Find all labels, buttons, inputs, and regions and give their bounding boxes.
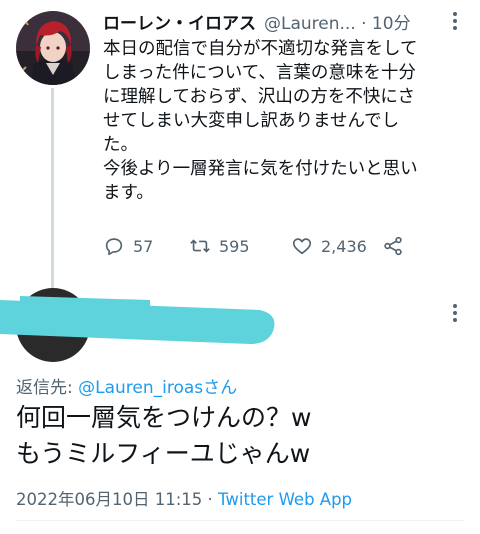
tweet-text-line: 本日の配信で自分が不適切な発言をして xyxy=(103,39,418,59)
share-button[interactable] xyxy=(382,234,404,258)
tweet-text-line: しまった件について、言葉の意味を十分 xyxy=(103,63,416,83)
tweet-source-link[interactable]: Twitter Web App xyxy=(218,490,352,509)
reply-icon xyxy=(105,238,123,256)
reply-button[interactable]: 57 xyxy=(103,234,153,258)
like-button[interactable]: 2,436 xyxy=(291,234,367,258)
author-handle-time[interactable]: @Lauren... · 10分 xyxy=(264,9,411,34)
thread-connector-line xyxy=(51,88,54,288)
author-avatar[interactable] xyxy=(16,11,90,85)
reply-to-suffix[interactable]: さん xyxy=(203,378,237,398)
retweet-button[interactable]: 595 xyxy=(189,234,250,258)
tweet-text-line: た。 xyxy=(103,135,138,155)
retweet-icon xyxy=(190,239,210,253)
tweet-timestamp[interactable]: 2022年06月10日 11:15 xyxy=(16,490,202,509)
reply-to-line: 返信先: @Lauren_iroasさん xyxy=(16,373,237,398)
reply-tweet-text: 何回一層気をつけんの？w もうミルフィーユじゃんw xyxy=(16,400,466,472)
tweet-thread: ローレン・イロアス @Lauren... · 10分 本日の配信で自分が不適切な… xyxy=(0,0,480,534)
tweet-text-line: ます。 xyxy=(103,183,154,203)
reply-to-label: 返信先: xyxy=(16,378,79,398)
heart-icon xyxy=(292,238,312,255)
tweet-text-line: 今後より一層発言に気を付けたいと思い xyxy=(103,159,418,179)
tweet-text-line: に理解しておらず、沢山の方を不快にさ xyxy=(103,87,416,107)
reply-text-line: もうミルフィーユじゃんw xyxy=(16,439,311,468)
tweet-meta: 2022年06月10日 11:15 · Twitter Web App xyxy=(16,486,352,510)
like-count: 2,436 xyxy=(321,236,367,256)
redaction-mark xyxy=(0,290,277,348)
divider xyxy=(16,520,464,521)
more-options-icon[interactable] xyxy=(448,10,462,32)
tweet-actions: 57 595 2,436 xyxy=(103,234,423,258)
reply-to-handle-link[interactable]: @Lauren_iroas xyxy=(78,378,203,398)
reply-text-line: 何回一層気をつけんの？w xyxy=(16,403,312,432)
tweet-header: ローレン・イロアス @Lauren... · 10分 xyxy=(103,9,458,34)
author-name[interactable]: ローレン・イロアス xyxy=(103,9,256,34)
share-icon xyxy=(384,236,402,256)
meta-separator: · xyxy=(202,490,219,509)
tweet-text: 本日の配信で自分が不適切な発言をして しまった件について、言葉の意味を十分 に理… xyxy=(103,37,468,205)
tweet-text-line: せてしまい大変申し訳ありませんでし xyxy=(103,111,400,131)
reply-count: 57 xyxy=(133,236,154,256)
retweet-count: 595 xyxy=(219,236,250,256)
more-options-icon[interactable] xyxy=(448,302,462,324)
